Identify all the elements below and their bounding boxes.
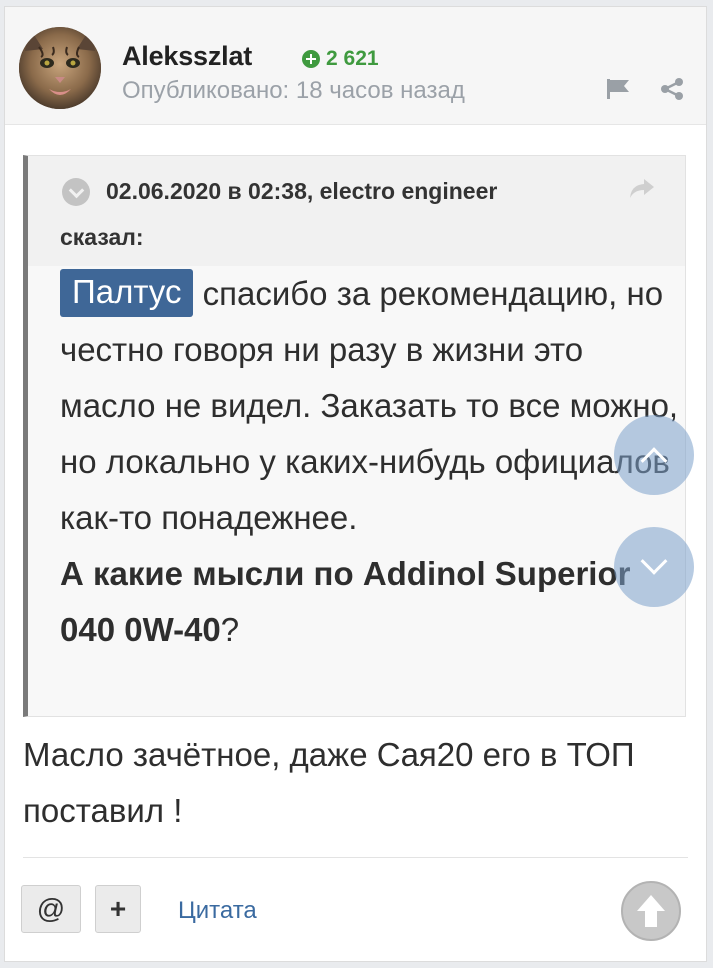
quote-citation-date-author: 02.06.2020 в 02:38, electro engineer [106, 178, 498, 204]
quote-citation-said: сказал: [60, 224, 144, 250]
quote-button[interactable]: Цитата [178, 897, 257, 925]
post-card: Aleksszlat 2 621 Опубликовано: 18 часов … [4, 6, 707, 962]
quote-text: Палтус спасибо за рекомендацию, но честн… [60, 266, 680, 658]
scroll-down-button[interactable] [614, 527, 694, 607]
post-actions [606, 77, 684, 101]
avatar[interactable] [19, 27, 101, 109]
user-mention[interactable]: Палтус [60, 269, 194, 317]
go-to-quote-icon[interactable] [629, 178, 655, 205]
quote-citation: 02.06.2020 в 02:38, electro engineer ска… [28, 156, 685, 266]
plus-circle-icon [302, 50, 320, 68]
published-time: Опубликовано: 18 часов назад [122, 77, 465, 104]
author-name[interactable]: Aleksszlat [122, 41, 252, 72]
multiquote-add-button[interactable]: + [95, 885, 141, 933]
post-header: Aleksszlat 2 621 Опубликовано: 18 часов … [5, 7, 706, 125]
reputation-count: 2 621 [326, 47, 379, 70]
quote-question-bold: А какие мысли по Addinol Superior 040 0W… [60, 555, 631, 648]
quote-question-mark: ? [220, 611, 240, 648]
arrow-up-icon [637, 895, 665, 927]
quote-block: 02.06.2020 в 02:38, electro engineer ска… [23, 155, 686, 717]
mention-button[interactable]: @ [21, 885, 81, 933]
share-icon[interactable] [660, 77, 684, 101]
post-body: Масло зачётное, даже Cая20 его в ТОП пос… [23, 736, 635, 829]
upvote-button[interactable] [621, 881, 681, 941]
reputation-badge: 2 621 [302, 47, 379, 71]
flag-icon[interactable] [606, 78, 630, 100]
footer-divider [23, 857, 688, 858]
collapse-chevron-icon[interactable] [62, 178, 90, 206]
scroll-up-button[interactable] [614, 415, 694, 495]
